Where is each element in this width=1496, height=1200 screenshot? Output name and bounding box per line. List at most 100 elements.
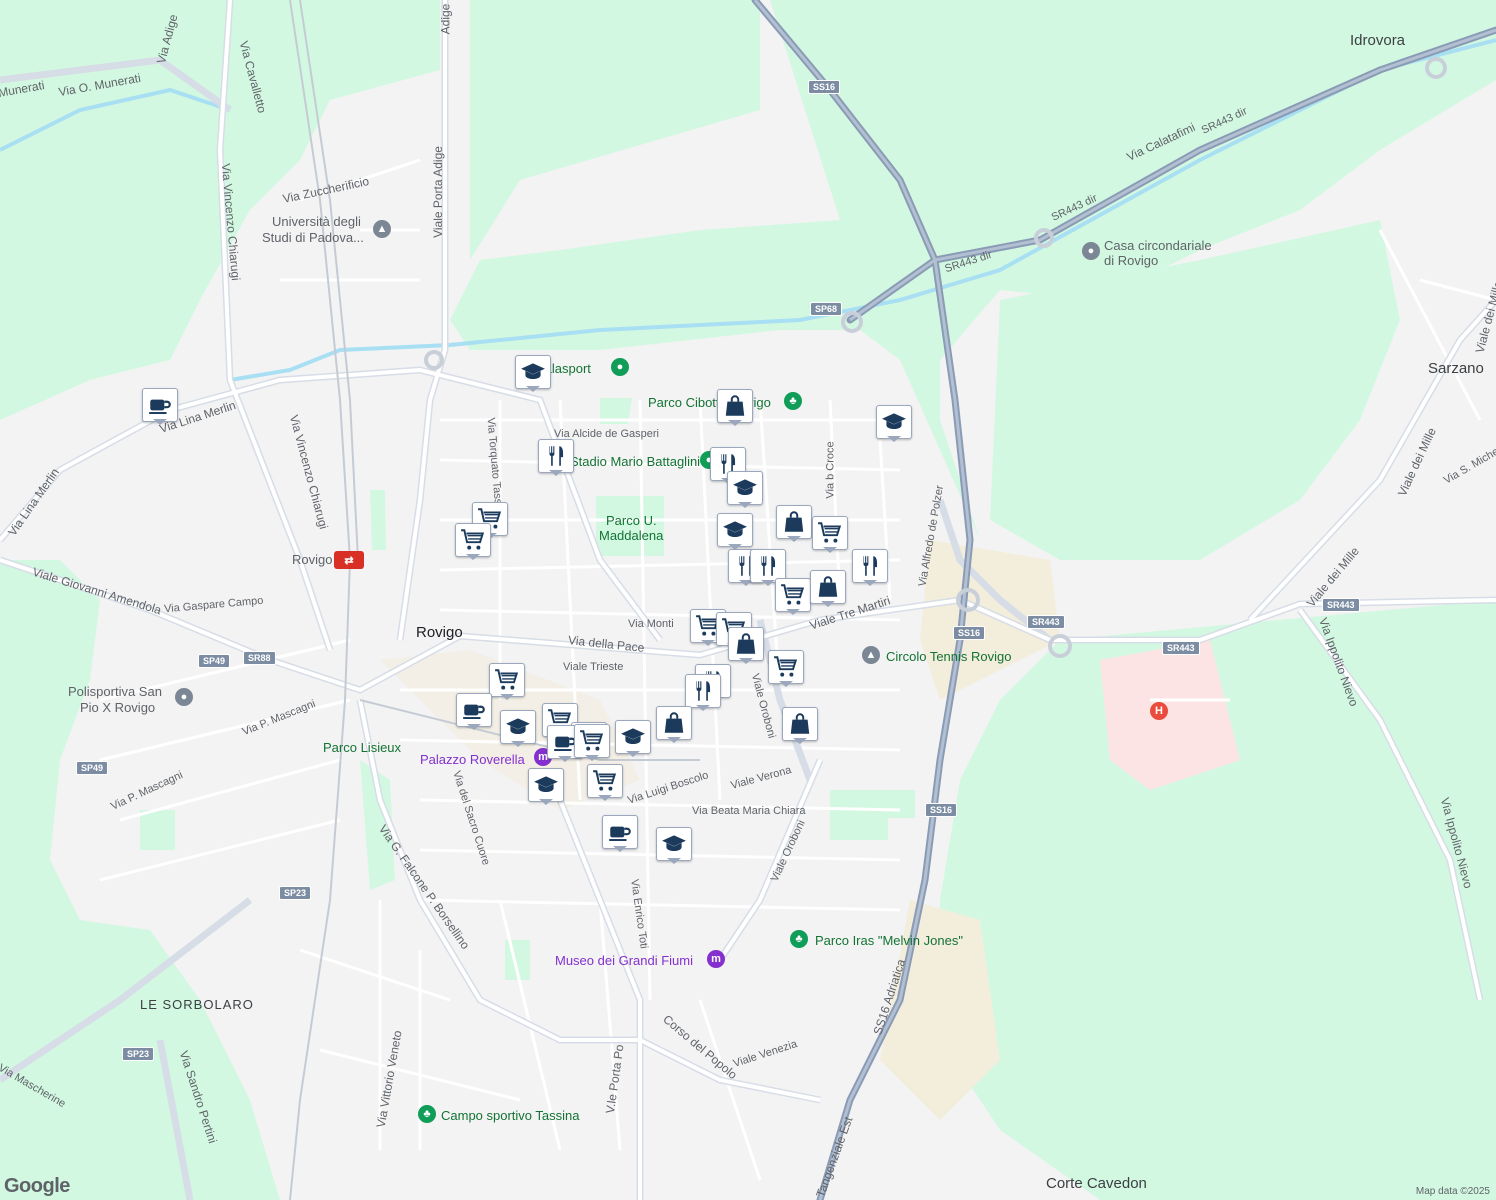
shield-sp68: SP68 [810,302,843,316]
label-stadio-battaglini: Stadio Mario Battaglini [570,454,701,469]
pin-restaurant[interactable] [685,674,721,711]
street-via-croce: Via b Croce [824,441,837,499]
label-casa-circondariale-1: Casa circondariale [1104,238,1212,253]
hospital-marker-icon[interactable]: H [1150,702,1168,720]
label-universita-2: Studi di Padova... [262,230,364,245]
street-via-monti: Via Monti [628,618,674,630]
shield-sr443-2: SR443 [1162,641,1200,655]
label-polisportiva-1: Polisportiva San [68,684,162,699]
school-icon [727,471,763,505]
pin-school[interactable] [515,355,551,392]
shield-ss16-south: SS16 [925,803,958,817]
shopping-bag-icon [782,707,818,741]
label-parco-iras: Parco Iras "Melvin Jones" [815,933,963,948]
pin-cafe[interactable] [456,693,492,730]
pin-cart[interactable] [768,650,804,687]
shopping-cart-icon [587,764,623,798]
campo-tassina-marker-icon[interactable]: ♣ [418,1105,436,1123]
cafe-icon [456,693,492,727]
tennis-marker-icon[interactable]: ▲ [862,646,880,664]
school-icon [500,710,536,744]
shopping-cart-icon [775,578,811,612]
street-adige-north: Adige [438,3,453,35]
label-circolo-tennis: Circolo Tennis Rovigo [886,649,1012,664]
pin-cart[interactable] [775,578,811,615]
pin-school[interactable] [876,405,912,442]
pin-cart[interactable] [587,764,623,801]
polisportiva-marker-icon[interactable]: ● [175,688,193,706]
pin-school[interactable] [656,827,692,864]
train-station-icon[interactable]: ⇄ [334,551,364,569]
pin-bag[interactable] [782,707,818,744]
label-museo-grandi-fiumi: Museo dei Grandi Fiumi [555,953,693,968]
park-marker-icon[interactable]: ♣ [784,392,802,410]
shield-sp23-2: SP23 [122,1047,155,1061]
map-attribution: Map data ©2025 [1415,1186,1490,1197]
palasport-marker-icon[interactable]: ● [611,358,629,376]
shield-sp49-1: SP49 [198,654,231,668]
pin-bag[interactable] [656,706,692,743]
shopping-cart-icon [768,650,804,684]
pin-bag[interactable] [776,505,812,542]
cafe-icon [602,815,638,849]
pin-restaurant[interactable] [538,439,574,476]
shield-sr443-1: SR443 [1027,615,1065,629]
school-icon [876,405,912,439]
label-rovigo: Rovigo [416,624,463,641]
label-le-sorbolaro: LE SORBOLARO [140,997,254,1012]
label-corte-cavedon: Corte Cavedon [1046,1175,1147,1192]
shopping-bag-icon [810,570,846,604]
label-palazzo-roverella: Palazzo Roverella [420,752,525,767]
pin-school[interactable] [615,720,651,757]
pin-cart[interactable] [812,516,848,553]
shopping-bag-icon [776,505,812,539]
restaurant-icon [685,674,721,708]
pin-school[interactable] [717,513,753,550]
label-parco-lisieux: Parco Lisieux [323,740,402,755]
label-parco-maddalena-1: Parco U. [606,513,657,528]
label-parco-maddalena-2: Maddalena [599,528,664,543]
street-viale-trieste: Viale Trieste [563,661,624,673]
school-icon [615,720,651,754]
street-via-beata-maria-chiara: Via Beata Maria Chiara [692,805,806,817]
pin-cart[interactable] [455,523,491,560]
pin-cart[interactable] [574,724,610,761]
shopping-bag-icon [717,389,753,423]
university-marker-icon[interactable]: ▲ [373,220,391,238]
label-sarzano: Sarzano [1428,360,1484,377]
label-idrovora: Idrovora [1350,32,1406,49]
google-logo: Google [4,1175,70,1197]
shield-sp49-2: SP49 [76,761,109,775]
pin-cafe[interactable] [602,815,638,852]
pin-school[interactable] [500,710,536,747]
shopping-bag-icon [728,627,764,661]
park-iras-marker-icon[interactable]: ♣ [790,930,808,948]
pin-cart[interactable] [489,663,525,700]
shield-ss16-mid: SS16 [953,626,986,640]
pin-restaurant[interactable] [852,549,888,586]
street-viale-porta-adige: Viale Porta Adige [430,146,445,238]
pin-bag[interactable] [717,389,753,426]
label-campo-tassina: Campo sportivo Tassina [441,1108,580,1123]
pin-school[interactable] [528,768,564,805]
label-polisportiva-2: Pio X Rovigo [80,700,156,715]
pin-bag[interactable] [728,627,764,664]
label-rovigo-station: Rovigo [292,552,333,567]
pin-cafe[interactable] [142,388,178,425]
museum-grandi-fiumi-marker-icon[interactable]: m [707,950,725,968]
shopping-cart-icon [812,516,848,550]
pin-bag[interactable] [810,570,846,607]
school-icon [717,513,753,547]
school-icon [656,827,692,861]
shopping-cart-icon [455,523,491,557]
pin-school[interactable] [727,471,763,508]
shopping-cart-icon [489,663,525,697]
label-casa-circondariale-2: di Rovigo [1104,253,1159,268]
school-icon [528,768,564,802]
shield-sr88: SR88 [243,651,276,665]
shopping-cart-icon [574,724,610,758]
shield-sp23-1: SP23 [279,886,312,900]
prison-marker-icon[interactable]: ● [1082,242,1100,260]
restaurant-icon [538,439,574,473]
label-universita-1: Università degli [272,214,361,229]
